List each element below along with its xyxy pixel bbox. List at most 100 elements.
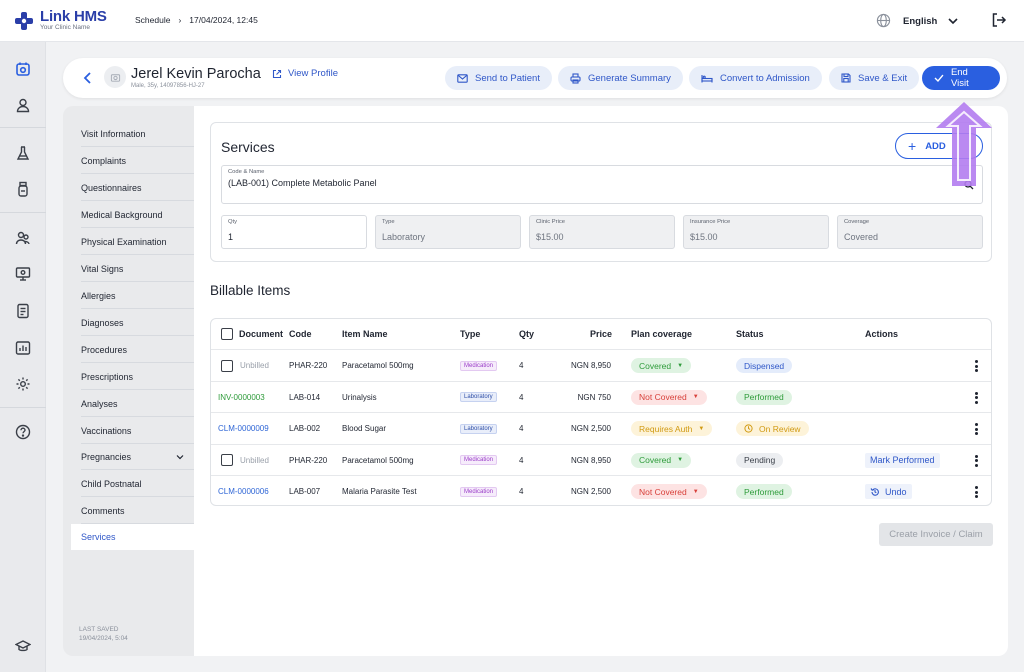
bed-icon	[701, 74, 713, 82]
app-logo[interactable]: Link HMS Your Clinic Name	[14, 9, 107, 32]
nav-item-allergies[interactable]: Allergies	[81, 283, 194, 309]
coverage-dropdown[interactable]: Not Covered ▼	[631, 484, 707, 499]
chevron-down-icon[interactable]	[947, 14, 959, 28]
table-row[interactable]: Unbilled PHAR-220 Paracetamol 500mg Medi…	[211, 349, 991, 381]
coverage-cell: Not Covered ▼	[631, 476, 707, 505]
more-options-icon[interactable]	[975, 486, 979, 500]
save-exit-button[interactable]: Save & Exit	[829, 66, 920, 90]
coverage-cell: Not Covered ▼	[631, 382, 707, 413]
coverage-cell: Covered ▼	[631, 445, 692, 476]
document-cell: Unbilled	[221, 350, 269, 381]
table-row[interactable]: Unbilled PHAR-220 Paracetamol 500mg Medi…	[211, 443, 991, 476]
type-badge: Medication	[460, 486, 498, 497]
language-label[interactable]: English	[903, 16, 937, 27]
row-checkbox[interactable]	[221, 359, 233, 372]
rail-graduation-icon[interactable]	[13, 636, 33, 656]
row-checkbox[interactable]	[221, 454, 233, 466]
more-options-icon[interactable]	[975, 360, 979, 374]
end-visit-label: End Visit	[950, 67, 969, 89]
send-to-patient-button[interactable]: Send to Patient	[445, 66, 552, 90]
check-icon	[934, 74, 944, 82]
view-profile-link[interactable]: View Profile	[272, 68, 338, 79]
coverage-value: Not Covered	[639, 392, 687, 402]
mark-performed-button[interactable]: Mark Performed	[865, 452, 940, 468]
rail-report-icon[interactable]	[13, 338, 33, 358]
type-cell: Laboratory	[460, 413, 497, 444]
code-cell: LAB-002	[289, 424, 321, 433]
type-badge: Medication	[460, 360, 498, 371]
undo-button[interactable]: Undo	[865, 484, 912, 499]
nav-item-medical-background[interactable]: Medical Background	[81, 202, 194, 228]
nav-item-diagnoses[interactable]: Diagnoses	[81, 310, 194, 336]
rail-help-icon[interactable]	[13, 422, 33, 442]
code-name-field[interactable]: Code & Name (LAB-001) Complete Metabolic…	[221, 165, 983, 204]
qty-field[interactable]: Qty 1	[221, 215, 367, 249]
document-link[interactable]: CLM-0000006	[218, 487, 269, 496]
nav-item-complaints[interactable]: Complaints	[81, 148, 194, 174]
document-link[interactable]: CLM-0000009	[218, 424, 269, 433]
type-cell: Medication	[460, 350, 498, 381]
rail-monitor-icon[interactable]	[13, 264, 33, 284]
nav-item-services[interactable]: Services	[71, 524, 194, 550]
nav-item-pregnancies[interactable]: Pregnancies	[81, 444, 194, 470]
rail-lab-icon[interactable]	[13, 143, 33, 163]
qty-value: 1	[228, 232, 234, 242]
document-link[interactable]: INV-0000003	[218, 393, 265, 402]
undo-icon	[870, 487, 879, 496]
qty-cell: 4	[519, 455, 524, 465]
table-row[interactable]: CLM-0000006 LAB-007 Malaria Parasite Tes…	[211, 475, 991, 505]
rail-user-icon[interactable]	[13, 95, 33, 115]
convert-to-admission-button[interactable]: Convert to Admission	[689, 66, 822, 90]
insurance-price-value: $15.00	[690, 232, 718, 242]
status-cell: Performed	[736, 476, 792, 505]
back-arrow-icon[interactable]	[83, 71, 93, 85]
coverage-dropdown[interactable]: Covered ▼	[631, 358, 692, 373]
breadcrumb-schedule[interactable]: Schedule	[135, 15, 170, 25]
nav-item-vital-signs[interactable]: Vital Signs	[81, 256, 194, 282]
rail-patients-icon[interactable]	[13, 228, 33, 248]
services-title: Services	[221, 139, 275, 155]
coverage-cell: Covered ▼	[631, 350, 692, 381]
header-select-all[interactable]	[221, 319, 233, 349]
last-saved: LAST SAVED 19/04/2024, 5:04	[79, 625, 128, 645]
more-options-icon[interactable]	[975, 391, 979, 406]
end-visit-button[interactable]: End Visit	[922, 66, 1000, 90]
coverage-dropdown[interactable]: Requires Auth ▼	[631, 421, 713, 436]
code-cell: LAB-007	[289, 487, 321, 496]
rail-medicine-icon[interactable]	[13, 179, 33, 199]
rail-settings-icon[interactable]	[13, 374, 33, 394]
nav-item-questionnaires[interactable]: Questionnaires	[81, 175, 194, 201]
printer-icon	[570, 72, 581, 84]
caret-down-icon: ▼	[692, 488, 699, 495]
create-invoice-claim-button[interactable]: Create Invoice / Claim	[879, 523, 993, 546]
clinic-price-value: $15.00	[536, 232, 564, 242]
nav-item-visit-information[interactable]: Visit Information	[81, 121, 194, 147]
header-status: Status	[736, 329, 764, 339]
nav-item-analyses[interactable]: Analyses	[81, 391, 194, 417]
nav-item-physical-examination[interactable]: Physical Examination	[81, 229, 194, 255]
coverage-dropdown[interactable]: Not Covered ▼	[631, 389, 707, 405]
nav-item-comments[interactable]: Comments	[81, 498, 194, 524]
generate-summary-button[interactable]: Generate Summary	[558, 66, 683, 90]
table-row[interactable]: CLM-0000009 LAB-002 Blood Sugar Laborato…	[211, 412, 991, 444]
coverage-dropdown[interactable]: Covered ▼	[631, 452, 692, 468]
nav-item-child-postnatal[interactable]: Child Postnatal	[81, 471, 194, 497]
nav-item-procedures[interactable]: Procedures	[81, 337, 194, 363]
undo-label: Undo	[885, 486, 907, 497]
document-cell: INV-0000003	[218, 382, 265, 413]
more-options-icon[interactable]	[975, 423, 979, 437]
more-options-icon[interactable]	[975, 454, 979, 469]
select-all-checkbox[interactable]	[221, 328, 233, 340]
logout-icon[interactable]	[991, 12, 1007, 28]
status-badge: Performed	[736, 389, 792, 405]
caret-down-icon: ▼	[698, 425, 705, 432]
table-row[interactable]: INV-0000003 LAB-014 Urinalysis Laborator…	[211, 380, 991, 413]
rail-calendar-icon[interactable]	[13, 59, 33, 79]
coverage-value: Covered	[844, 232, 879, 242]
globe-icon[interactable]	[876, 13, 891, 28]
status-cell: Pending	[736, 445, 784, 476]
nav-item-prescriptions[interactable]: Prescriptions	[81, 364, 194, 390]
code-name-value: (LAB-001) Complete Metabolic Panel	[228, 178, 377, 188]
rail-document-icon[interactable]	[13, 301, 33, 321]
nav-item-vaccinations[interactable]: Vaccinations	[81, 418, 194, 444]
